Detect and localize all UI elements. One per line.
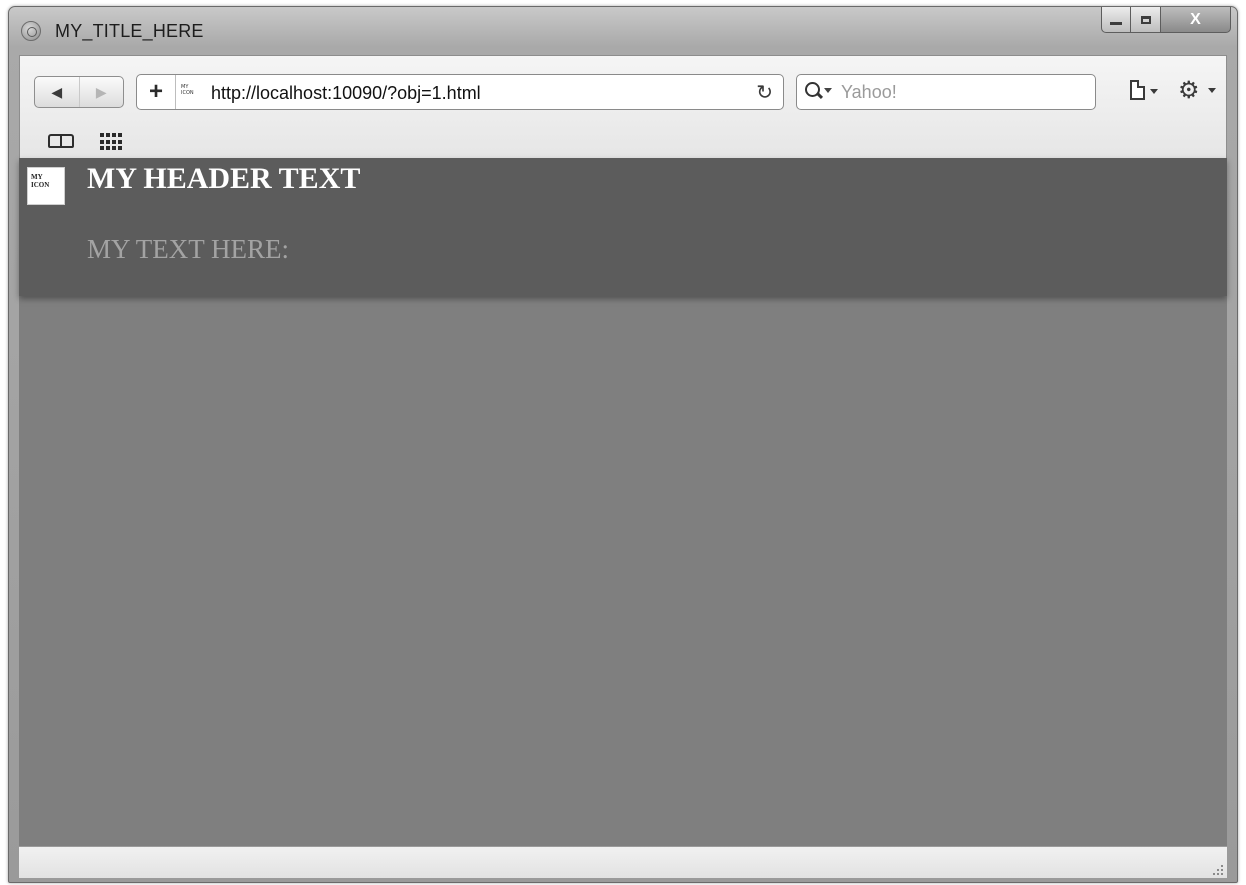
reload-icon[interactable]: ↻ xyxy=(756,80,773,104)
address-bar[interactable]: + MY ICON http://localhost:10090/?obj=1.… xyxy=(136,74,784,110)
chevron-down-icon xyxy=(1150,89,1158,94)
back-icon: ◀ xyxy=(51,83,63,100)
favicon-line-2: ICON xyxy=(181,90,194,96)
forward-icon: ▶ xyxy=(95,83,107,100)
page-header: MY ICON MY HEADER TEXT MY TEXT HERE: xyxy=(19,158,1227,296)
browser-logo-icon xyxy=(21,21,41,41)
my-icon: MY ICON xyxy=(27,167,65,205)
nav-buttons: ◀ ▶ xyxy=(34,76,124,108)
page-text: MY TEXT HERE: xyxy=(87,234,289,264)
plus-icon: + xyxy=(148,78,163,105)
url-text[interactable]: http://localhost:10090/?obj=1.html xyxy=(211,83,481,104)
chevron-down-icon xyxy=(1208,88,1216,93)
close-button[interactable]: X xyxy=(1161,7,1231,33)
top-sites-icon[interactable] xyxy=(100,133,124,151)
maximize-button[interactable] xyxy=(1131,7,1161,33)
bookmarks-icon[interactable] xyxy=(48,132,80,152)
back-button[interactable]: ◀ xyxy=(35,77,79,107)
resize-grip-icon[interactable] xyxy=(1213,865,1223,875)
my-icon-line-1: MY xyxy=(31,173,43,181)
minimize-button[interactable] xyxy=(1101,7,1131,33)
window-controls: X xyxy=(1101,7,1231,35)
site-favicon: MY ICON xyxy=(181,84,199,100)
browser-window: MY_TITLE_HERE X ◀ ▶ + MY ICON http://loc… xyxy=(8,6,1238,883)
page-menu-icon xyxy=(1130,80,1145,100)
search-input[interactable] xyxy=(841,80,1081,104)
gear-icon: ⚙ xyxy=(1178,76,1200,104)
minimize-icon xyxy=(1110,22,1122,25)
status-bar xyxy=(19,846,1227,878)
page-title: MY HEADER TEXT xyxy=(87,162,361,195)
settings-menu-button[interactable]: ⚙ xyxy=(1178,76,1222,106)
maximize-icon xyxy=(1140,15,1151,24)
search-box xyxy=(796,74,1096,110)
my-icon-line-2: ICON xyxy=(31,181,50,189)
title-bar[interactable]: MY_TITLE_HERE X xyxy=(9,7,1237,55)
close-icon: X xyxy=(1190,10,1201,28)
page-content: MY ICON MY HEADER TEXT MY TEXT HERE: xyxy=(19,158,1227,846)
add-tab-button[interactable]: + xyxy=(137,75,176,109)
page-menu-button[interactable] xyxy=(1130,80,1170,106)
search-icon[interactable] xyxy=(805,82,832,104)
window-title: MY_TITLE_HERE xyxy=(55,21,204,41)
forward-button[interactable]: ▶ xyxy=(78,77,124,107)
browser-toolbar: ◀ ▶ + MY ICON http://localhost:10090/?ob… xyxy=(19,55,1227,158)
